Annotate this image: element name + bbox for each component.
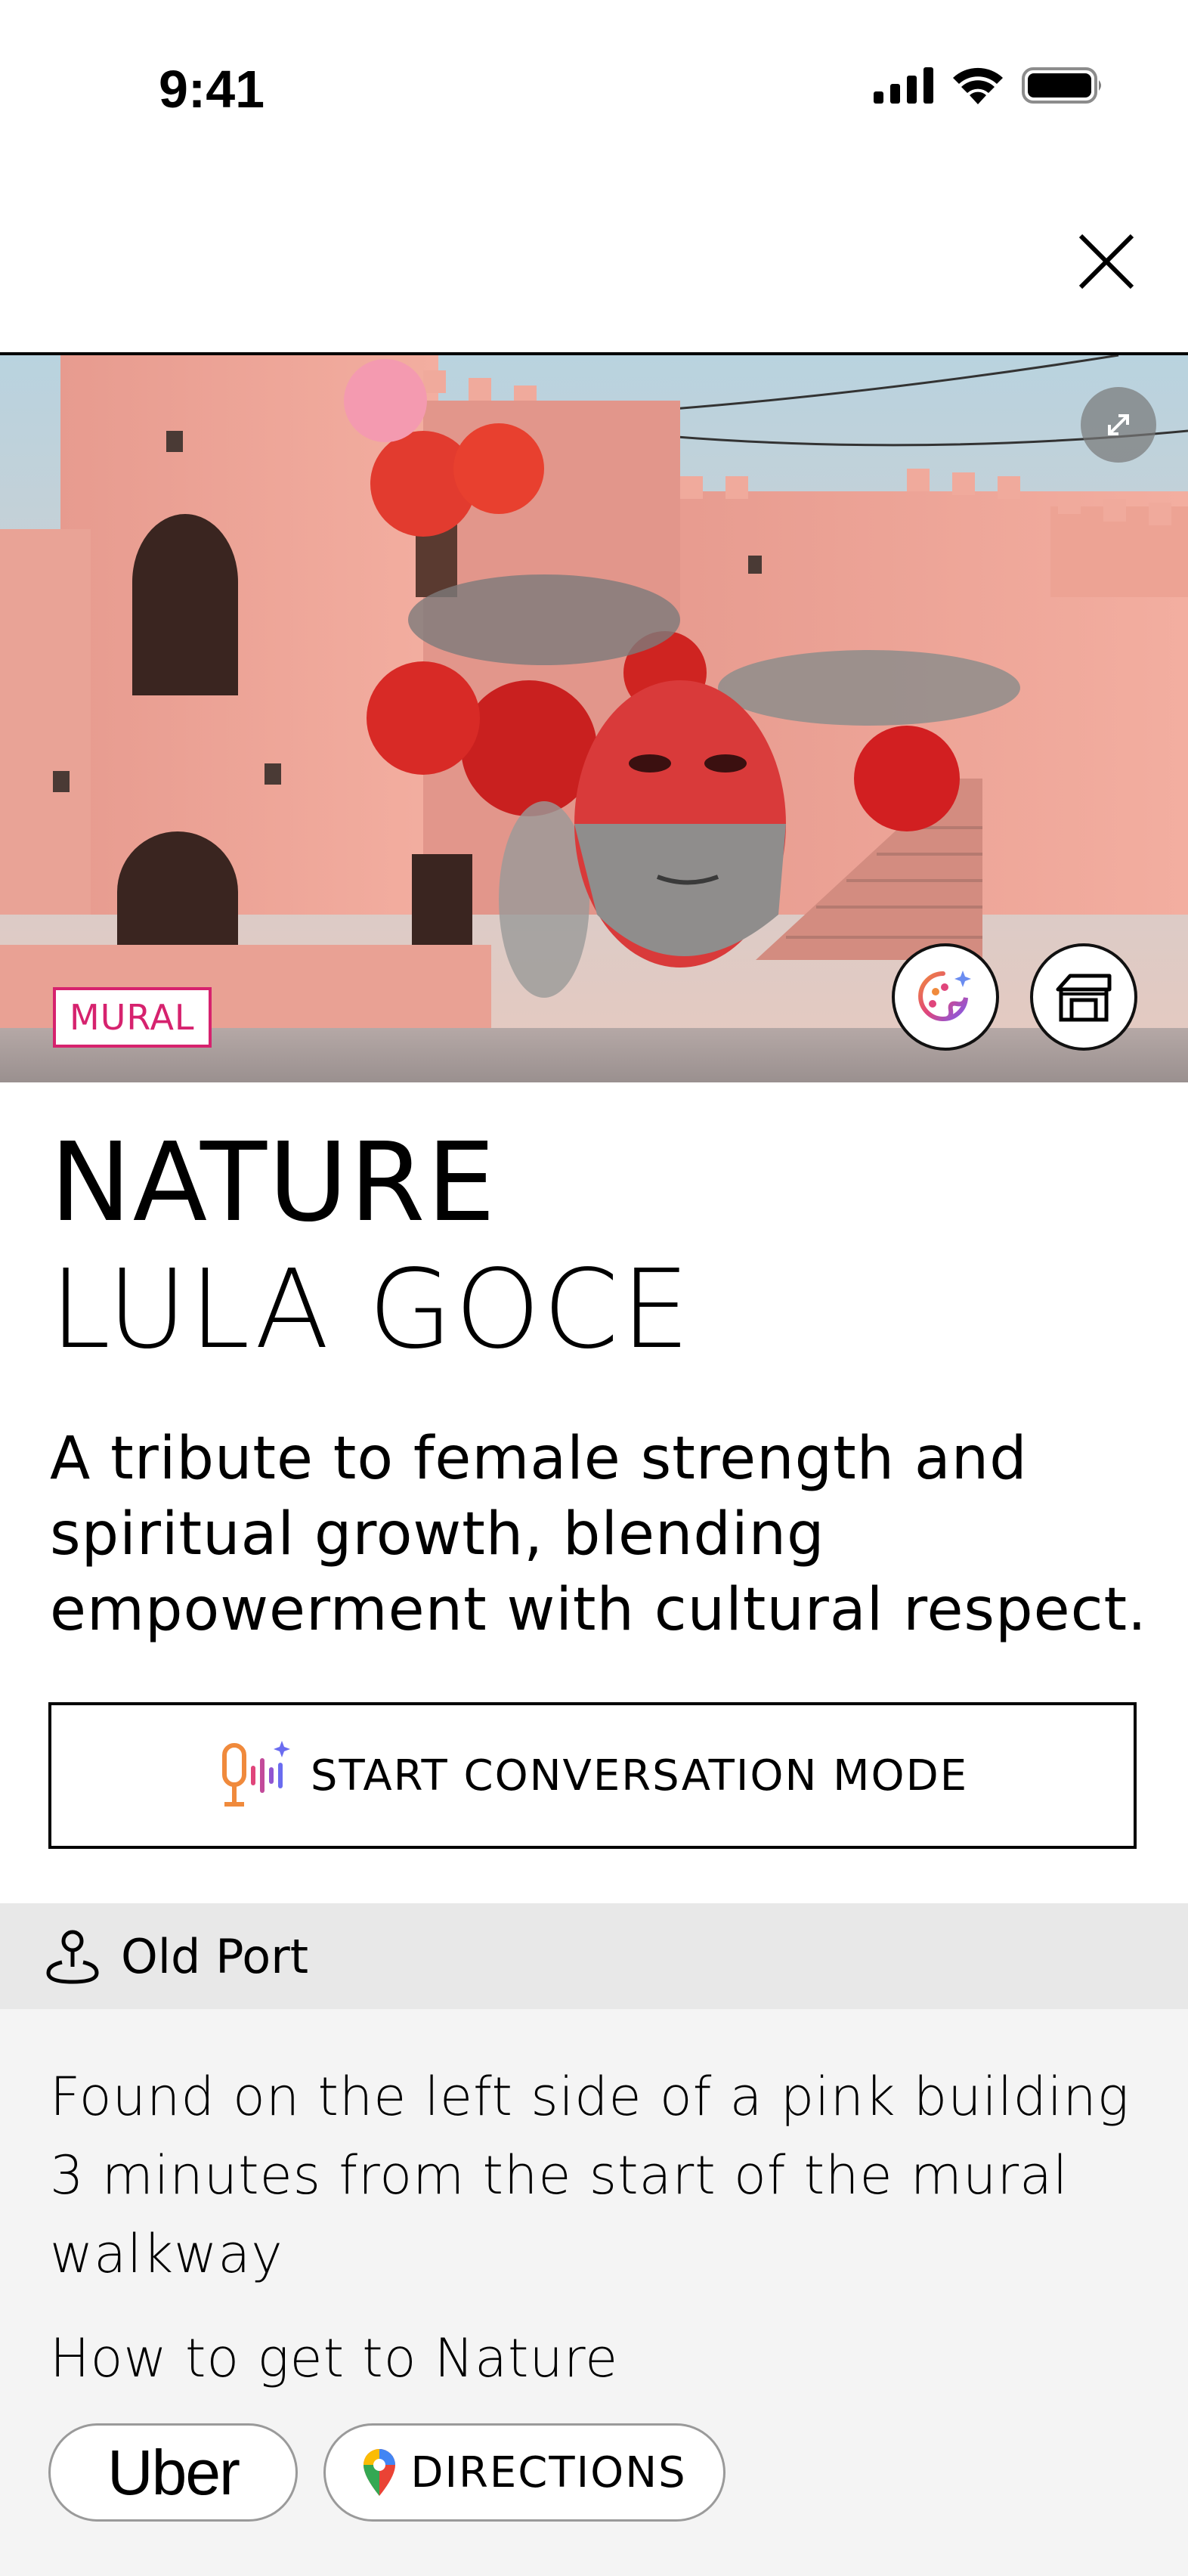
artist-name: LULA GOCE [50,1246,692,1373]
artwork-title: NATURE [50,1119,497,1246]
uber-button[interactable]: Uber [48,2423,298,2522]
venue-button[interactable] [1030,943,1137,1051]
map-pin-icon [364,2449,396,2496]
directions-button[interactable]: DIRECTIONS [323,2423,725,2522]
ai-palette-button[interactable] [892,943,999,1051]
expand-button[interactable] [1081,387,1156,463]
start-conversation-button[interactable]: START CONVERSATION MODE [48,1702,1137,1849]
wifi-icon [953,67,1003,104]
how-to-get-heading: How to get to Nature [50,2327,619,2389]
directions-label: DIRECTIONS [410,2448,687,2497]
category-badge: MURAL [53,987,212,1048]
mural-photo [0,355,1188,1082]
palette-ai-icon [918,971,971,1021]
uber-label: Uber [107,2436,240,2508]
hero-image[interactable]: MURAL [0,355,1188,1082]
location-pin-icon [46,1930,99,1984]
artwork-description: A tribute to female strength and spiritu… [50,1425,1147,1644]
location-bar[interactable]: Old Port [0,1903,1188,2009]
close-button[interactable] [1072,227,1141,296]
status-bar: 9:41 [0,0,1188,174]
status-icons [874,67,1105,104]
start-conversation-label: START CONVERSATION MODE [310,1751,969,1800]
voice-ai-icon [221,1741,290,1807]
signal-icon [874,67,933,104]
battery-icon [1022,67,1101,104]
location-directions-text: Found on the left side of a pink buildin… [50,2066,1130,2285]
close-icon [1078,234,1134,289]
location-name: Old Port [121,1928,308,1984]
building-icon [1056,974,1112,1022]
expand-icon [1108,414,1129,435]
status-time: 9:41 [159,60,265,119]
